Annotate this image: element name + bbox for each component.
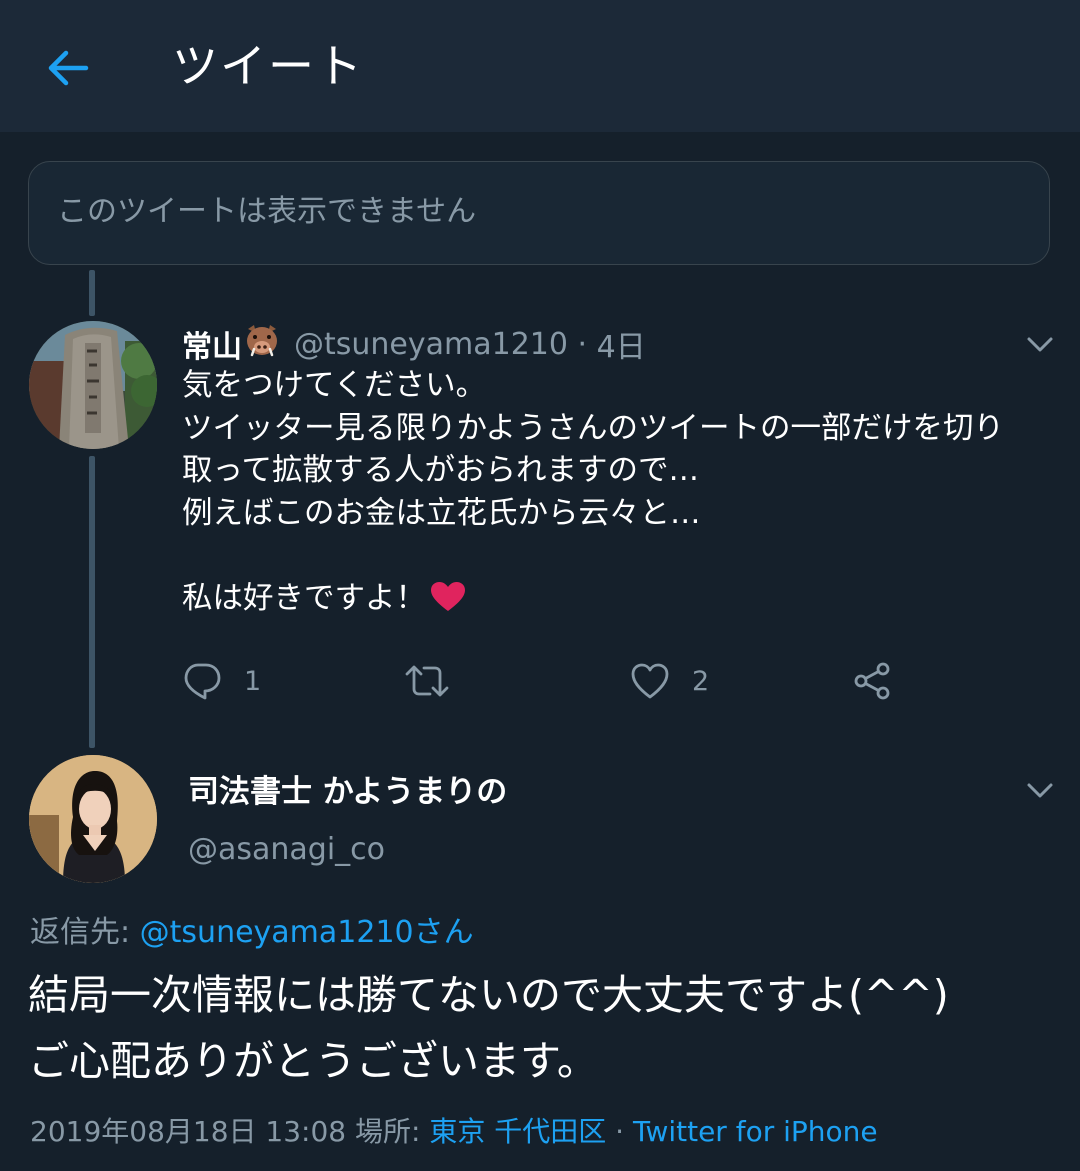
heart-outline-icon [631,663,669,699]
retweet-button[interactable] [404,656,472,706]
tweet-timestamp: 2019年08月18日 13:08 [30,1115,347,1148]
tweet-menu-button[interactable] [1022,772,1058,808]
tweet-text-line-with-heart: 私は好きですよ！ [182,578,1052,621]
place-link[interactable]: 東京 千代田区 [429,1115,606,1148]
avatar-photo-woman [29,755,157,883]
back-button[interactable] [40,40,96,96]
tweet-metadata: 2019年08月18日 13:08 場所: 東京 千代田区 · Twitter … [30,1110,878,1154]
source-link[interactable]: Twitter for iPhone [633,1115,878,1148]
tweet-text-line: 例えばこのお金は立花氏から云々と… [182,495,701,531]
author-display-name[interactable]: 司法書士 かようまりの [188,770,507,814]
tweet-author-line: 常山 @tsuneyama1210 · 4日 [182,322,646,366]
share-button[interactable] [852,656,892,706]
place-prefix: 場所: [355,1115,430,1148]
tweet-menu-button[interactable] [1022,326,1058,362]
avatar[interactable] [29,321,157,449]
unavailable-tweet-card: このツイートは表示できません [28,161,1050,265]
replying-to-prefix: 返信先: [30,915,140,950]
tweet-text-line: 取って拡散する人がおられますので… [182,453,699,488]
tweet-text-line: ツイッター見る限りかようさんのツイートの一部だけを切り [182,410,1004,446]
tweet-text: 気をつけてください。 ツイッター見る限りかようさんのツイートの一部だけを切り 取… [182,365,1052,620]
share-icon [854,662,890,700]
like-button[interactable]: 2 [630,656,709,706]
avatar-photo-stone-monument [29,321,157,449]
tweet-detail-screen: ツイート このツイートは表示できません 常山 @tsuneyama1210 · … [0,0,1080,1171]
page-title: ツイート [172,39,364,93]
red-heart-emoji-icon [430,581,466,626]
tweet-text-line: 私は好きですよ！ [182,580,426,616]
tweet-text-line [182,535,1052,578]
boar-emoji-icon [244,323,280,365]
thread-line [89,270,95,316]
replying-to-line: 返信先: @tsuneyama1210さん [30,911,474,955]
tweet-text: 結局一次情報には勝てないので大丈夫ですよ(^^) ご心配ありがとうございます。 [28,962,1058,1094]
thread-line [89,456,95,748]
avatar[interactable] [29,755,157,883]
top-app-bar: ツイート [0,0,1080,132]
author-handle[interactable]: @asanagi_co [188,828,385,872]
meta-separator: · [577,326,588,362]
tweet-action-bar: 1 2 [182,656,1052,706]
source-separator: · [606,1115,633,1148]
back-arrow-icon [48,50,89,86]
tweet-age[interactable]: 4日 [597,322,646,366]
chevron-down-icon [1027,337,1053,352]
like-count: 2 [692,665,710,697]
author-handle[interactable]: @tsuneyama1210 [294,327,568,362]
chevron-down-icon [1027,783,1053,798]
replying-to-link[interactable]: @tsuneyama1210さん [140,915,474,950]
tweet-text-line: ご心配ありがとうございます。 [28,1037,598,1085]
author-display-name[interactable]: 常山 [182,322,242,366]
tweet-text-line: 気をつけてください。 [182,368,487,403]
retweet-icon [405,665,449,697]
unavailable-tweet-text: このツイートは表示できません [57,194,477,229]
reply-count: 1 [244,665,262,697]
reply-icon [184,663,221,700]
reply-button[interactable]: 1 [182,656,261,706]
tweet-text-line: 結局一次情報には勝てないので大丈夫ですよ(^^) [28,971,949,1019]
